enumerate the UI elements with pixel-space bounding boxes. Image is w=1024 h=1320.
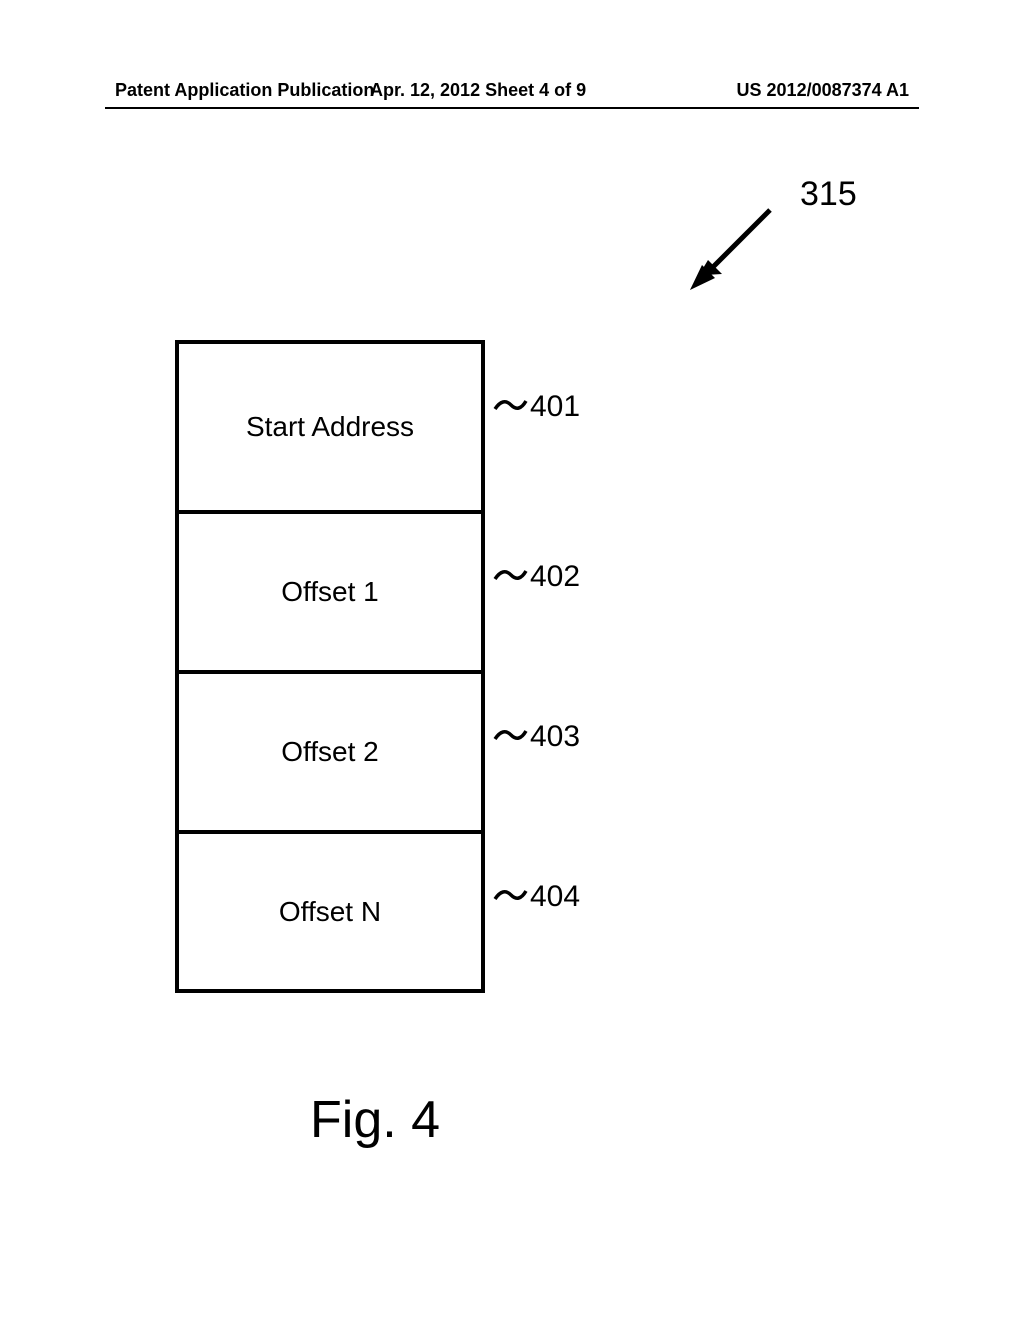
page-header: Patent Application Publication Apr. 12, … — [0, 80, 1024, 101]
table-row: Offset 1 — [179, 514, 481, 674]
reference-connector-icon — [493, 395, 528, 415]
header-publication: Patent Application Publication — [115, 80, 374, 101]
reference-label: 403 — [530, 720, 580, 754]
header-date-sheet: Apr. 12, 2012 Sheet 4 of 9 — [370, 80, 586, 101]
reference-label: 404 — [530, 880, 580, 914]
table-row: Start Address — [179, 344, 481, 514]
table-row: Offset 2 — [179, 674, 481, 834]
cell-text: Offset 2 — [281, 736, 379, 768]
reference-label: 401 — [530, 390, 580, 424]
offset-table: Start Address Offset 1 Offset 2 Offset N — [175, 340, 485, 993]
figure-caption: Fig. 4 — [310, 1090, 440, 1150]
cell-text: Start Address — [246, 411, 414, 443]
reference-connector-icon — [493, 885, 528, 905]
cell-text: Offset 1 — [281, 576, 379, 608]
header-patent-number: US 2012/0087374 A1 — [737, 80, 909, 101]
figure-reference-number: 315 — [800, 175, 857, 214]
table-row: Offset N — [179, 834, 481, 989]
cell-text: Offset N — [279, 896, 381, 928]
reference-connector-icon — [493, 725, 528, 745]
pointer-arrow-icon — [680, 200, 780, 300]
reference-connector-icon — [493, 565, 528, 585]
reference-label: 402 — [530, 560, 580, 594]
header-divider — [105, 107, 919, 109]
